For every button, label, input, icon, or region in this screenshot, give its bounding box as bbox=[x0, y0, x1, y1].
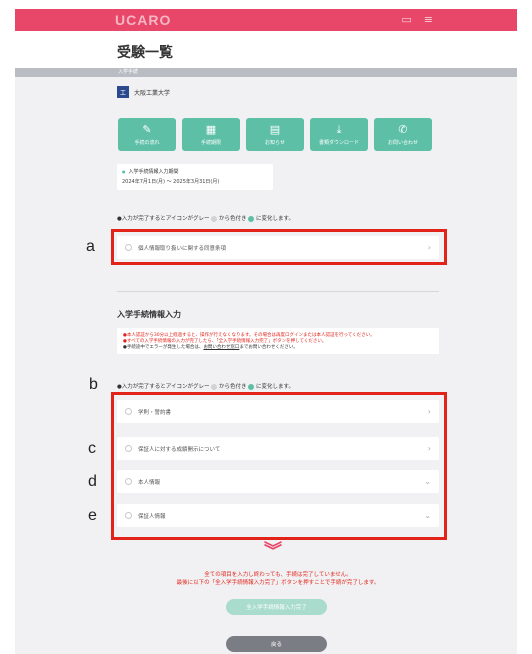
warning-box: ●本人認証から30分以上経過すると、操作が行えなくなります。その場合は再度ログイ… bbox=[117, 328, 439, 354]
chevron-right-icon: › bbox=[427, 407, 431, 416]
phone-icon: ✆ bbox=[398, 123, 408, 136]
check-icon bbox=[125, 478, 132, 485]
complete-all-button[interactable]: 全入学手続情報入力完了 bbox=[226, 599, 327, 615]
section-label: 入学手続 bbox=[118, 69, 139, 75]
calendar-icon: ▦ bbox=[205, 123, 217, 136]
download-icon: ⤓ bbox=[336, 123, 342, 136]
tile-download[interactable]: ⤓ 書類ダウンロード bbox=[310, 118, 368, 151]
app-logo[interactable]: UCARO bbox=[115, 12, 171, 28]
period-title: 入学手続情報入力期間 bbox=[122, 168, 268, 175]
check-icon bbox=[125, 244, 132, 251]
tile-contact[interactable]: ✆ お問い合わせ bbox=[374, 118, 432, 151]
entry-section-title: 入学手続情報入力 bbox=[117, 310, 181, 319]
label-c: c bbox=[88, 440, 96, 457]
chat-icon: ▤ bbox=[269, 123, 281, 136]
contact-link[interactable]: お問い合わせ窓口 bbox=[203, 345, 239, 350]
university-info: 工 大阪工業大学 bbox=[117, 86, 170, 98]
menu-tiles: ✎ 手続の流れ ▦ 手続期限 ▤ お知らせ ⤓ 書類ダウンロード ✆ お問い合わ… bbox=[118, 118, 432, 151]
message-icon[interactable]: ▭ bbox=[401, 13, 411, 27]
menu-icon[interactable]: ≡ bbox=[424, 13, 433, 27]
icon-change-note-1: ●入力が完了するとアイコンがグレー から色付き に変化します。 bbox=[117, 215, 294, 222]
divider bbox=[117, 291, 439, 292]
green-dot-icon bbox=[248, 215, 255, 222]
consent-row[interactable]: 個人情報取り扱いに関する同意条項 › bbox=[117, 236, 439, 259]
chevron-down-icon: ⌄ bbox=[424, 477, 431, 486]
row-guarantor-info[interactable]: 保証人情報 ⌄ bbox=[117, 504, 439, 527]
back-button[interactable]: 戻る bbox=[226, 636, 327, 652]
double-chevron-down-icon: ︾ bbox=[264, 541, 282, 562]
chevron-right-icon: › bbox=[427, 243, 431, 252]
gray-dot-icon bbox=[211, 383, 218, 390]
university-logo-icon: 工 bbox=[117, 86, 129, 98]
check-icon bbox=[125, 408, 132, 415]
tile-procedure-flow[interactable]: ✎ 手続の流れ bbox=[118, 118, 176, 151]
row-grade-disclosure[interactable]: 保証人に対する成績開示について › bbox=[117, 437, 439, 460]
tile-notices[interactable]: ▤ お知らせ bbox=[246, 118, 304, 151]
label-b: b bbox=[89, 376, 98, 393]
entry-period-box: 入学手続情報入力期間 2024年7月1日(月) ～ 2025年3月31日(月) bbox=[117, 164, 273, 190]
top-header: UCARO ▭ ≡ bbox=[15, 9, 517, 31]
label-e: e bbox=[88, 507, 97, 524]
tile-deadline[interactable]: ▦ 手続期限 bbox=[182, 118, 240, 151]
page-title: 受験一覧 bbox=[117, 45, 173, 61]
check-icon bbox=[125, 445, 132, 452]
row-school-rules[interactable]: 学則・誓約書 › bbox=[117, 400, 439, 423]
label-d: d bbox=[88, 473, 97, 490]
university-name: 大阪工業大学 bbox=[134, 89, 171, 97]
chevron-right-icon: › bbox=[427, 444, 431, 453]
period-dates: 2024年7月1日(月) ～ 2025年3月31日(月) bbox=[122, 179, 220, 185]
chevron-down-icon: ⌄ bbox=[424, 511, 431, 520]
icon-change-note-2: ●入力が完了するとアイコンがグレー から色付き に変化します。 bbox=[117, 383, 294, 390]
header-icons: ▭ ≡ bbox=[401, 13, 433, 27]
green-dot-icon bbox=[248, 383, 255, 390]
pen-icon: ✎ bbox=[142, 123, 152, 136]
row-personal-info[interactable]: 本人情報 ⌄ bbox=[117, 470, 439, 493]
check-icon bbox=[125, 512, 132, 519]
label-a: a bbox=[86, 238, 95, 255]
gray-dot-icon bbox=[211, 215, 218, 222]
completion-notice: 全ての項目を入力し終わっても、手続は完了していません。 最後に以下の「全入学手続… bbox=[176, 572, 380, 586]
section-band: 入学手続 bbox=[15, 68, 517, 77]
